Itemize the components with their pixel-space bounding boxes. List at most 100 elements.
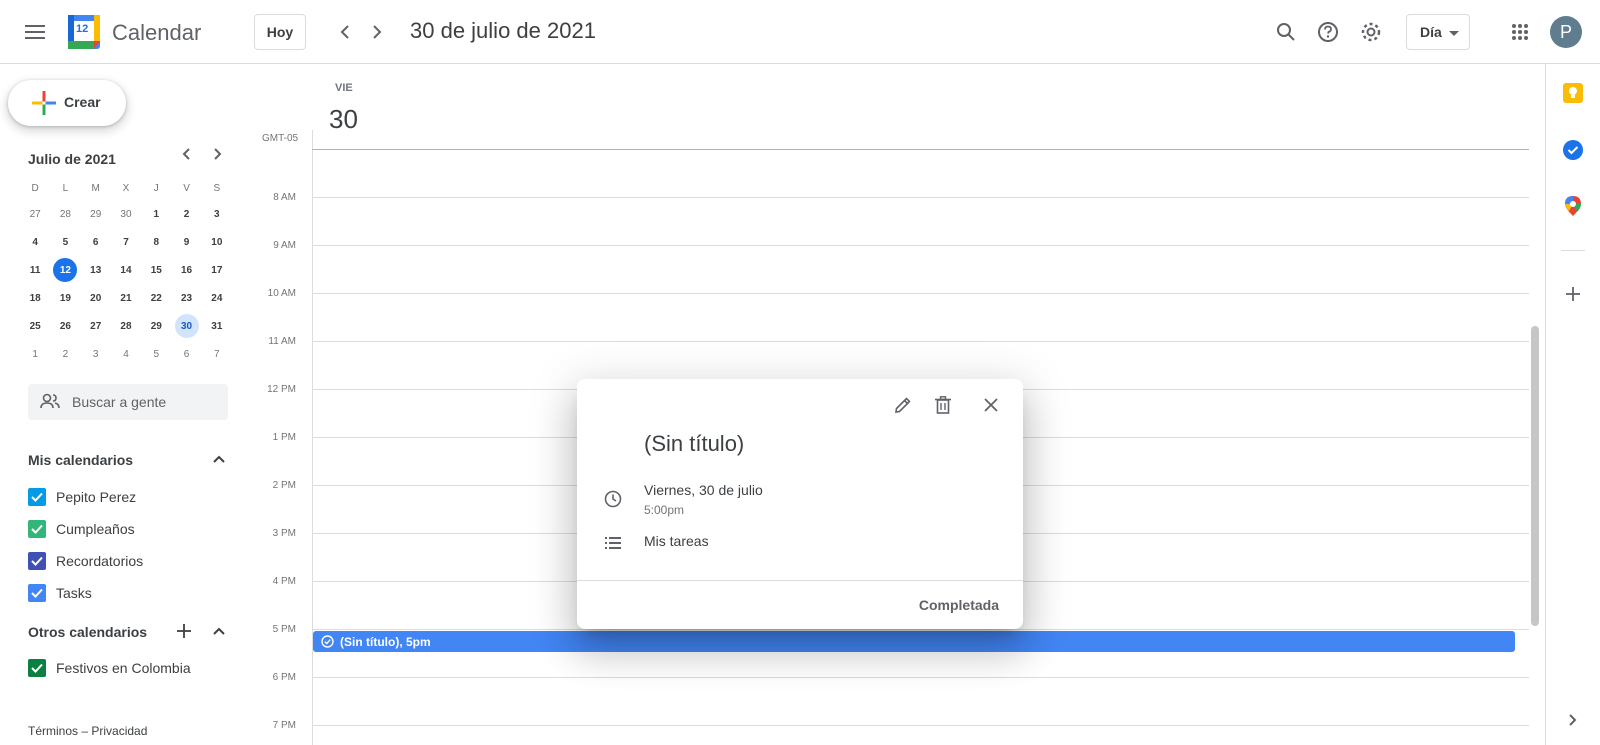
- mini-day[interactable]: 6: [81, 230, 111, 254]
- mini-day[interactable]: 10: [202, 230, 232, 254]
- create-button[interactable]: Crear: [8, 80, 126, 126]
- mini-day[interactable]: 14: [111, 258, 141, 282]
- get-addons-button[interactable]: [1553, 274, 1593, 314]
- mini-day[interactable]: 4: [20, 230, 50, 254]
- calendar-item-recordatorios[interactable]: Recordatorios: [28, 547, 143, 575]
- main-menu-button[interactable]: [15, 12, 55, 52]
- mini-day[interactable]: 15: [141, 258, 171, 282]
- checkbox-checked-icon[interactable]: [28, 659, 46, 677]
- mini-day[interactable]: 3: [81, 342, 111, 366]
- chevron-right-icon: [214, 148, 222, 160]
- mini-day[interactable]: 20: [81, 286, 111, 310]
- mini-day[interactable]: 9: [171, 230, 201, 254]
- mini-day[interactable]: 7: [111, 230, 141, 254]
- mini-weekday-row: D L M X J V S: [20, 176, 232, 200]
- calendar-item-cumpleanos[interactable]: Cumpleaños: [28, 515, 135, 543]
- mini-day-selected[interactable]: 30: [171, 314, 201, 338]
- calendar-name: Cumpleaños: [56, 521, 135, 537]
- mini-day[interactable]: 11: [20, 258, 50, 282]
- mini-day[interactable]: 28: [111, 314, 141, 338]
- mini-day[interactable]: 31: [202, 314, 232, 338]
- task-event[interactable]: (Sin título), 5pm: [313, 631, 1515, 652]
- mini-day[interactable]: 26: [50, 314, 80, 338]
- mini-day[interactable]: 29: [81, 202, 111, 226]
- task-check-icon: [321, 635, 334, 648]
- mini-day[interactable]: 30: [111, 202, 141, 226]
- day-number[interactable]: 30: [329, 104, 358, 135]
- settings-button[interactable]: [1351, 12, 1391, 52]
- collapse-other-calendars-button[interactable]: [206, 618, 232, 644]
- mini-day[interactable]: 17: [202, 258, 232, 282]
- next-day-button[interactable]: [357, 12, 397, 52]
- mini-day[interactable]: 27: [20, 202, 50, 226]
- calendar-item-festivos-colombia[interactable]: Festivos en Colombia: [28, 654, 191, 682]
- hour-label: 12 PM: [267, 384, 296, 395]
- collapse-my-calendars-button[interactable]: [206, 446, 232, 472]
- mini-day[interactable]: 3: [202, 202, 232, 226]
- search-button[interactable]: [1266, 12, 1306, 52]
- mini-day[interactable]: 2: [171, 202, 201, 226]
- calendar-item-tasks[interactable]: Tasks: [28, 579, 92, 607]
- vertical-scrollbar[interactable]: [1531, 326, 1539, 626]
- mini-day[interactable]: 6: [171, 342, 201, 366]
- mini-day[interactable]: 27: [81, 314, 111, 338]
- mini-day[interactable]: 24: [202, 286, 232, 310]
- hour-label: 8 AM: [273, 192, 296, 203]
- checkbox-checked-icon[interactable]: [28, 488, 46, 506]
- mini-day[interactable]: 22: [141, 286, 171, 310]
- tasks-button[interactable]: [1553, 130, 1593, 170]
- view-selector[interactable]: Día: [1406, 14, 1470, 50]
- mini-calendar: D L M X J V S 27 28 29 30 1 2 3 4 5 6 7 …: [20, 176, 232, 368]
- current-date-title: 30 de julio de 2021: [410, 18, 596, 43]
- chevron-right-icon: [373, 25, 382, 39]
- calendar-item-pepito-perez[interactable]: Pepito Perez: [28, 483, 136, 511]
- mini-day[interactable]: 16: [171, 258, 201, 282]
- checkbox-checked-icon[interactable]: [28, 552, 46, 570]
- mini-day[interactable]: 28: [50, 202, 80, 226]
- mini-day[interactable]: 4: [111, 342, 141, 366]
- my-calendars-title[interactable]: Mis calendarios: [28, 452, 133, 468]
- checkbox-checked-icon[interactable]: [28, 520, 46, 538]
- mini-day[interactable]: 25: [20, 314, 50, 338]
- checkbox-checked-icon[interactable]: [28, 584, 46, 602]
- today-button[interactable]: Hoy: [254, 14, 306, 50]
- plus-multicolor-icon: [32, 91, 56, 115]
- mini-day[interactable]: 23: [171, 286, 201, 310]
- mini-day[interactable]: 29: [141, 314, 171, 338]
- mini-day[interactable]: 7: [202, 342, 232, 366]
- help-button[interactable]: [1308, 12, 1348, 52]
- mini-day[interactable]: 18: [20, 286, 50, 310]
- mini-day[interactable]: 1: [20, 342, 50, 366]
- hour-label: 7 PM: [272, 720, 296, 731]
- chevron-right-icon: [1569, 714, 1577, 726]
- mark-completed-button[interactable]: Completada: [919, 597, 999, 613]
- expand-side-panel-button[interactable]: [1553, 700, 1593, 740]
- other-calendars-title[interactable]: Otros calendarios: [28, 624, 147, 640]
- delete-task-button[interactable]: [927, 389, 959, 421]
- edit-task-button[interactable]: [887, 389, 919, 421]
- hour-label: 5 PM: [272, 624, 296, 635]
- maps-button[interactable]: [1553, 186, 1593, 226]
- mini-day[interactable]: 5: [141, 342, 171, 366]
- apps-button[interactable]: [1500, 12, 1540, 52]
- close-popup-button[interactable]: [975, 389, 1007, 421]
- mini-day[interactable]: 8: [141, 230, 171, 254]
- grid-top-line: [312, 149, 1529, 150]
- mini-day[interactable]: 1: [141, 202, 171, 226]
- mini-day[interactable]: 21: [111, 286, 141, 310]
- calendar-name: Recordatorios: [56, 553, 144, 569]
- mini-day-today[interactable]: 12: [50, 258, 80, 282]
- mini-next-month-button[interactable]: [204, 140, 232, 168]
- logo-day: 12: [76, 23, 89, 35]
- terms-privacy-links[interactable]: Términos – Privacidad: [28, 724, 147, 738]
- mini-day[interactable]: 13: [81, 258, 111, 282]
- mini-previous-month-button[interactable]: [172, 140, 200, 168]
- mini-day[interactable]: 5: [50, 230, 80, 254]
- account-avatar[interactable]: P: [1550, 16, 1582, 48]
- search-icon: [1277, 23, 1295, 41]
- people-search-input[interactable]: Buscar a gente: [28, 384, 228, 420]
- add-other-calendar-button[interactable]: [171, 618, 197, 644]
- keep-button[interactable]: [1553, 73, 1593, 113]
- mini-day[interactable]: 19: [50, 286, 80, 310]
- mini-day[interactable]: 2: [50, 342, 80, 366]
